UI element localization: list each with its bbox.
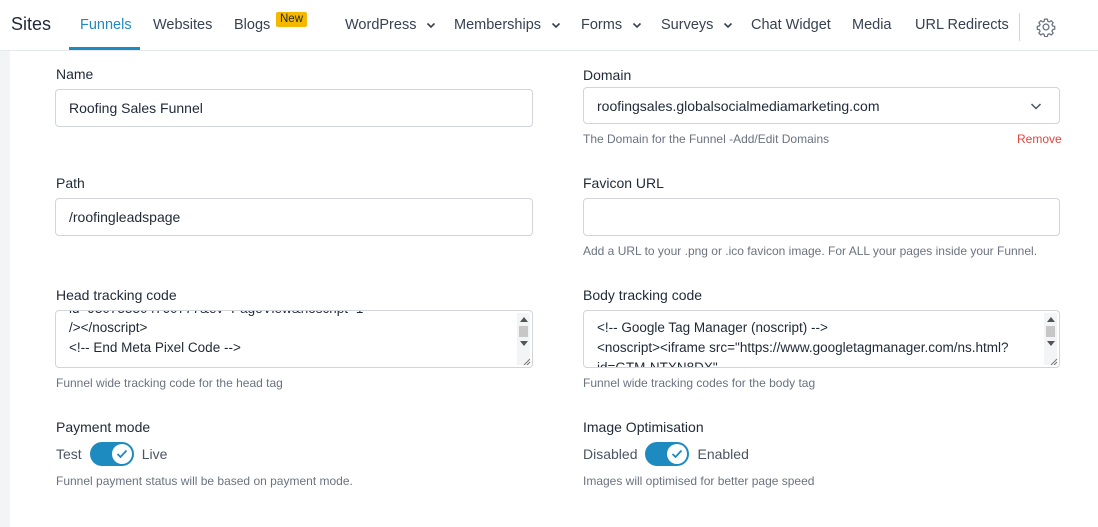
tab-surveys-label: Surveys	[661, 17, 714, 33]
head-tracking-line: <!-- End Meta Pixel Code -->	[69, 340, 241, 355]
name-input[interactable]: Roofing Sales Funnel	[55, 89, 533, 127]
tab-wordpress[interactable]: WordPress	[345, 17, 436, 33]
tab-memberships[interactable]: Memberships	[454, 17, 561, 33]
body-tracking-helper: Funnel wide tracking codes for the body …	[583, 376, 816, 390]
path-label: Path	[56, 175, 85, 191]
domain-select[interactable]: roofingsales.globalsocialmediamarketing.…	[583, 87, 1060, 124]
domain-select-value: roofingsales.globalsocialmediamarketing.…	[597, 97, 880, 114]
brand-title: Sites	[11, 14, 52, 34]
head-tracking-line: /></noscript>	[69, 320, 148, 335]
head-tracking-textarea[interactable]: id=930733304760777&ev=PageView&noscript=…	[55, 310, 533, 368]
chevron-down-icon	[724, 23, 733, 29]
payment-mode-toggle-row: Test Live	[56, 442, 167, 466]
tab-forms-label: Forms	[581, 17, 623, 33]
tab-memberships-label: Memberships	[454, 17, 542, 33]
image-optimisation-helper: Images will optimised for better page sp…	[583, 474, 815, 488]
tab-surveys[interactable]: Surveys	[661, 17, 733, 33]
image-optimisation-on-label: Enabled	[697, 446, 749, 462]
payment-mode-off-label: Test	[56, 446, 82, 462]
active-tab-underline	[69, 47, 140, 50]
tab-media[interactable]: Media	[852, 17, 892, 33]
image-optimisation-toggle-row: Disabled Enabled	[583, 442, 749, 466]
tab-chat-widget[interactable]: Chat Widget	[751, 17, 831, 33]
payment-mode-helper: Funnel payment status will be based on p…	[56, 474, 353, 488]
top-nav: Sites Funnels Websites Blogs New WordPre…	[0, 0, 1098, 51]
chevron-down-icon	[427, 23, 436, 29]
payment-mode-label: Payment mode	[56, 419, 151, 435]
image-optimisation-label: Image Optimisation	[583, 419, 704, 435]
nav-divider	[1019, 13, 1020, 41]
scroll-up-icon[interactable]	[520, 317, 528, 322]
tab-url-redirects[interactable]: URL Redirects	[915, 17, 1009, 33]
body-tracking-label: Body tracking code	[583, 287, 703, 303]
chevron-down-icon	[1030, 102, 1042, 110]
body-tracking-line: <!-- Google Tag Manager (noscript) -->	[597, 320, 828, 335]
head-tracking-helper: Funnel wide tracking code for the head t…	[56, 376, 283, 390]
head-tracking-label: Head tracking code	[56, 287, 177, 303]
tab-forms[interactable]: Forms	[581, 17, 642, 33]
favicon-url-input[interactable]	[583, 198, 1060, 236]
image-optimisation-off-label: Disabled	[583, 446, 638, 462]
check-icon	[672, 449, 683, 459]
scroll-up-icon[interactable]	[1047, 317, 1055, 322]
chevron-down-icon	[633, 23, 642, 29]
tab-blogs[interactable]: Blogs	[234, 17, 270, 33]
gear-icon[interactable]	[1036, 17, 1056, 37]
body-tracking-line: id=GTM-NTXN8DX"	[597, 360, 718, 368]
favicon-label: Favicon URL	[583, 175, 664, 191]
scroll-thumb[interactable]	[519, 326, 528, 337]
scroll-down-icon[interactable]	[1047, 341, 1055, 346]
domain-label: Domain	[583, 67, 632, 83]
body-tracking-line: <noscript><iframe src="https://www.googl…	[597, 340, 1009, 355]
scroll-thumb[interactable]	[1046, 326, 1055, 337]
payment-mode-on-label: Live	[141, 446, 168, 462]
left-gutter	[0, 51, 10, 527]
new-badge: New	[276, 12, 308, 27]
toggle-knob	[111, 444, 132, 464]
tab-websites[interactable]: Websites	[153, 17, 212, 33]
remove-domain-link[interactable]: Remove	[1017, 132, 1062, 146]
body-tracking-textarea[interactable]: <!-- Google Tag Manager (noscript) --> <…	[583, 310, 1060, 368]
domain-helper: The Domain for the Funnel -Add/Edit Doma…	[583, 132, 830, 146]
path-input[interactable]: /roofingleadspage	[55, 198, 533, 236]
resize-handle-icon[interactable]	[523, 358, 531, 366]
favicon-helper: Add a URL to your .png or .ico favicon i…	[583, 244, 1038, 258]
image-optimisation-toggle[interactable]	[645, 442, 690, 466]
tab-funnels[interactable]: Funnels	[80, 17, 132, 33]
resize-handle-icon[interactable]	[1050, 358, 1058, 366]
chevron-down-icon	[551, 23, 561, 29]
scroll-down-icon[interactable]	[520, 341, 528, 346]
toggle-knob	[667, 444, 688, 464]
check-icon	[116, 449, 127, 459]
payment-mode-toggle[interactable]	[89, 442, 134, 466]
name-label: Name	[56, 66, 94, 82]
tab-wordpress-label: WordPress	[345, 17, 417, 33]
